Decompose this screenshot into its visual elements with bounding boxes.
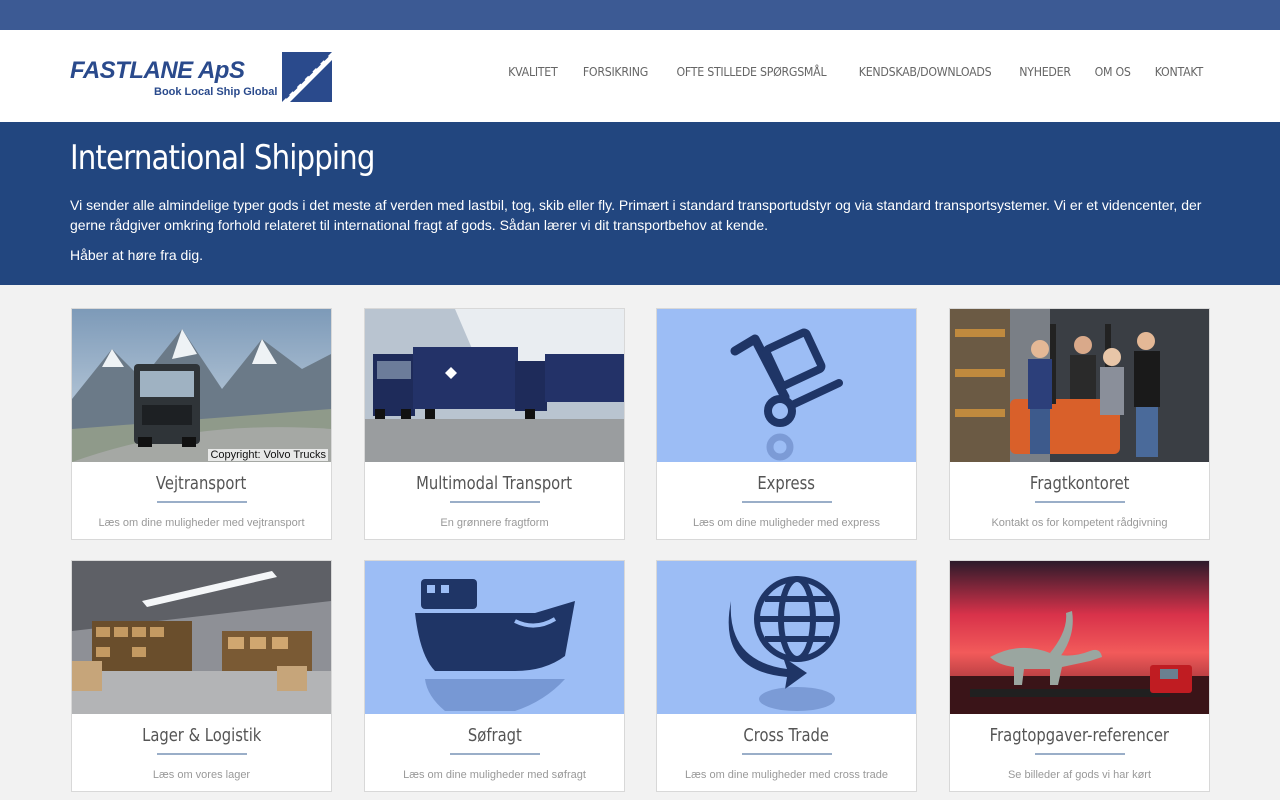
- team-forklift-photo: [950, 309, 1209, 462]
- truck-mountain-photo: Copyright: Volvo Trucks: [72, 309, 331, 462]
- image-copyright: Copyright: Volvo Trucks: [208, 449, 328, 461]
- title-underline: [156, 753, 247, 755]
- nav-kontakt[interactable]: KONTAKT: [1145, 65, 1203, 79]
- globe-arrow-icon: [657, 561, 916, 714]
- card-description: En grønnere fragtform: [440, 517, 549, 529]
- nav-om-os[interactable]: OM OS: [1086, 65, 1140, 79]
- site-logo[interactable]: FASTLANE ApS Book Local Ship Global: [70, 52, 340, 104]
- hand-truck-icon: [657, 309, 916, 462]
- hero-closing-text: Håber at høre fra dig.: [70, 247, 204, 263]
- nav-kvalitet[interactable]: KVALITET: [499, 65, 567, 79]
- logo-title: FASTLANE ApS: [70, 57, 245, 84]
- card-lager-logistik[interactable]: Lager & Logistik Læs om vores lager: [71, 560, 332, 792]
- card-description: Se billeder af gods vi har kørt: [1007, 769, 1152, 781]
- title-underline: [741, 501, 832, 503]
- title-underline: [1034, 753, 1125, 755]
- card-fragtopgaver-referencer[interactable]: Fragtopgaver-referencer Se billeder af g…: [949, 560, 1210, 792]
- card-title: Fragtopgaver-referencer: [989, 725, 1170, 746]
- card-vejtransport[interactable]: Copyright: Volvo Trucks Vejtransport Læs…: [71, 308, 332, 540]
- card-cross-trade[interactable]: Cross Trade Læs om dine muligheder med c…: [656, 560, 917, 792]
- card-title: Multimodal Transport: [416, 473, 573, 494]
- page-title: International Shipping: [70, 138, 375, 178]
- card-description: Læs om dine muligheder med vejtransport: [98, 517, 305, 529]
- card-title: Express: [757, 473, 816, 494]
- logo-road-icon: [282, 52, 332, 102]
- hero-intro-text: Vi sender alle almindelige typer gods i …: [70, 197, 1202, 233]
- top-bar: [0, 0, 1280, 30]
- nav-faq[interactable]: OFTE STILLEDE SPØRGSMÅL: [668, 65, 836, 79]
- card-description: Læs om vores lager: [152, 769, 251, 781]
- card-description: Læs om dine muligheder med søfragt: [403, 769, 586, 781]
- logo-tagline: Book Local Ship Global: [154, 86, 278, 98]
- nav-downloads[interactable]: KENDSKAB/DOWNLOADS: [850, 65, 1001, 79]
- card-title: Søfragt: [467, 725, 522, 746]
- ship-icon: [365, 561, 624, 714]
- title-underline: [449, 501, 540, 503]
- nav-forsikring[interactable]: FORSIKRING: [573, 65, 657, 79]
- nav-nyheder[interactable]: NYHEDER: [1010, 65, 1080, 79]
- card-description: Kontakt os for kompetent rådgivning: [991, 517, 1168, 529]
- card-title: Vejtransport: [156, 473, 247, 494]
- card-fragtkontoret[interactable]: Fragtkontoret Kontakt os for kompetent r…: [949, 308, 1210, 540]
- card-title: Fragtkontoret: [1029, 473, 1130, 494]
- title-underline: [741, 753, 832, 755]
- card-title: Cross Trade: [743, 725, 830, 746]
- card-sofragt[interactable]: Søfragt Læs om dine muligheder med søfra…: [364, 560, 625, 792]
- dinosaur-truck-photo: [950, 561, 1209, 714]
- dfds-trucks-photo: [365, 309, 624, 462]
- card-title: Lager & Logistik: [141, 725, 262, 746]
- main-nav: KVALITET FORSIKRING OFTE STILLEDE SPØRGS…: [496, 65, 1205, 79]
- card-description: Læs om dine muligheder med cross trade: [685, 769, 888, 781]
- title-underline: [156, 501, 247, 503]
- warehouse-photo: [72, 561, 331, 714]
- hero-section: International Shipping Vi sender alle al…: [0, 122, 1280, 285]
- site-header: FASTLANE ApS Book Local Ship Global KVAL…: [0, 30, 1280, 122]
- title-underline: [449, 753, 540, 755]
- card-description: Læs om dine muligheder med express: [692, 517, 881, 529]
- title-underline: [1034, 501, 1125, 503]
- card-express[interactable]: Express Læs om dine muligheder med expre…: [656, 308, 917, 540]
- card-multimodal-transport[interactable]: Multimodal Transport En grønnere fragtfo…: [364, 308, 625, 540]
